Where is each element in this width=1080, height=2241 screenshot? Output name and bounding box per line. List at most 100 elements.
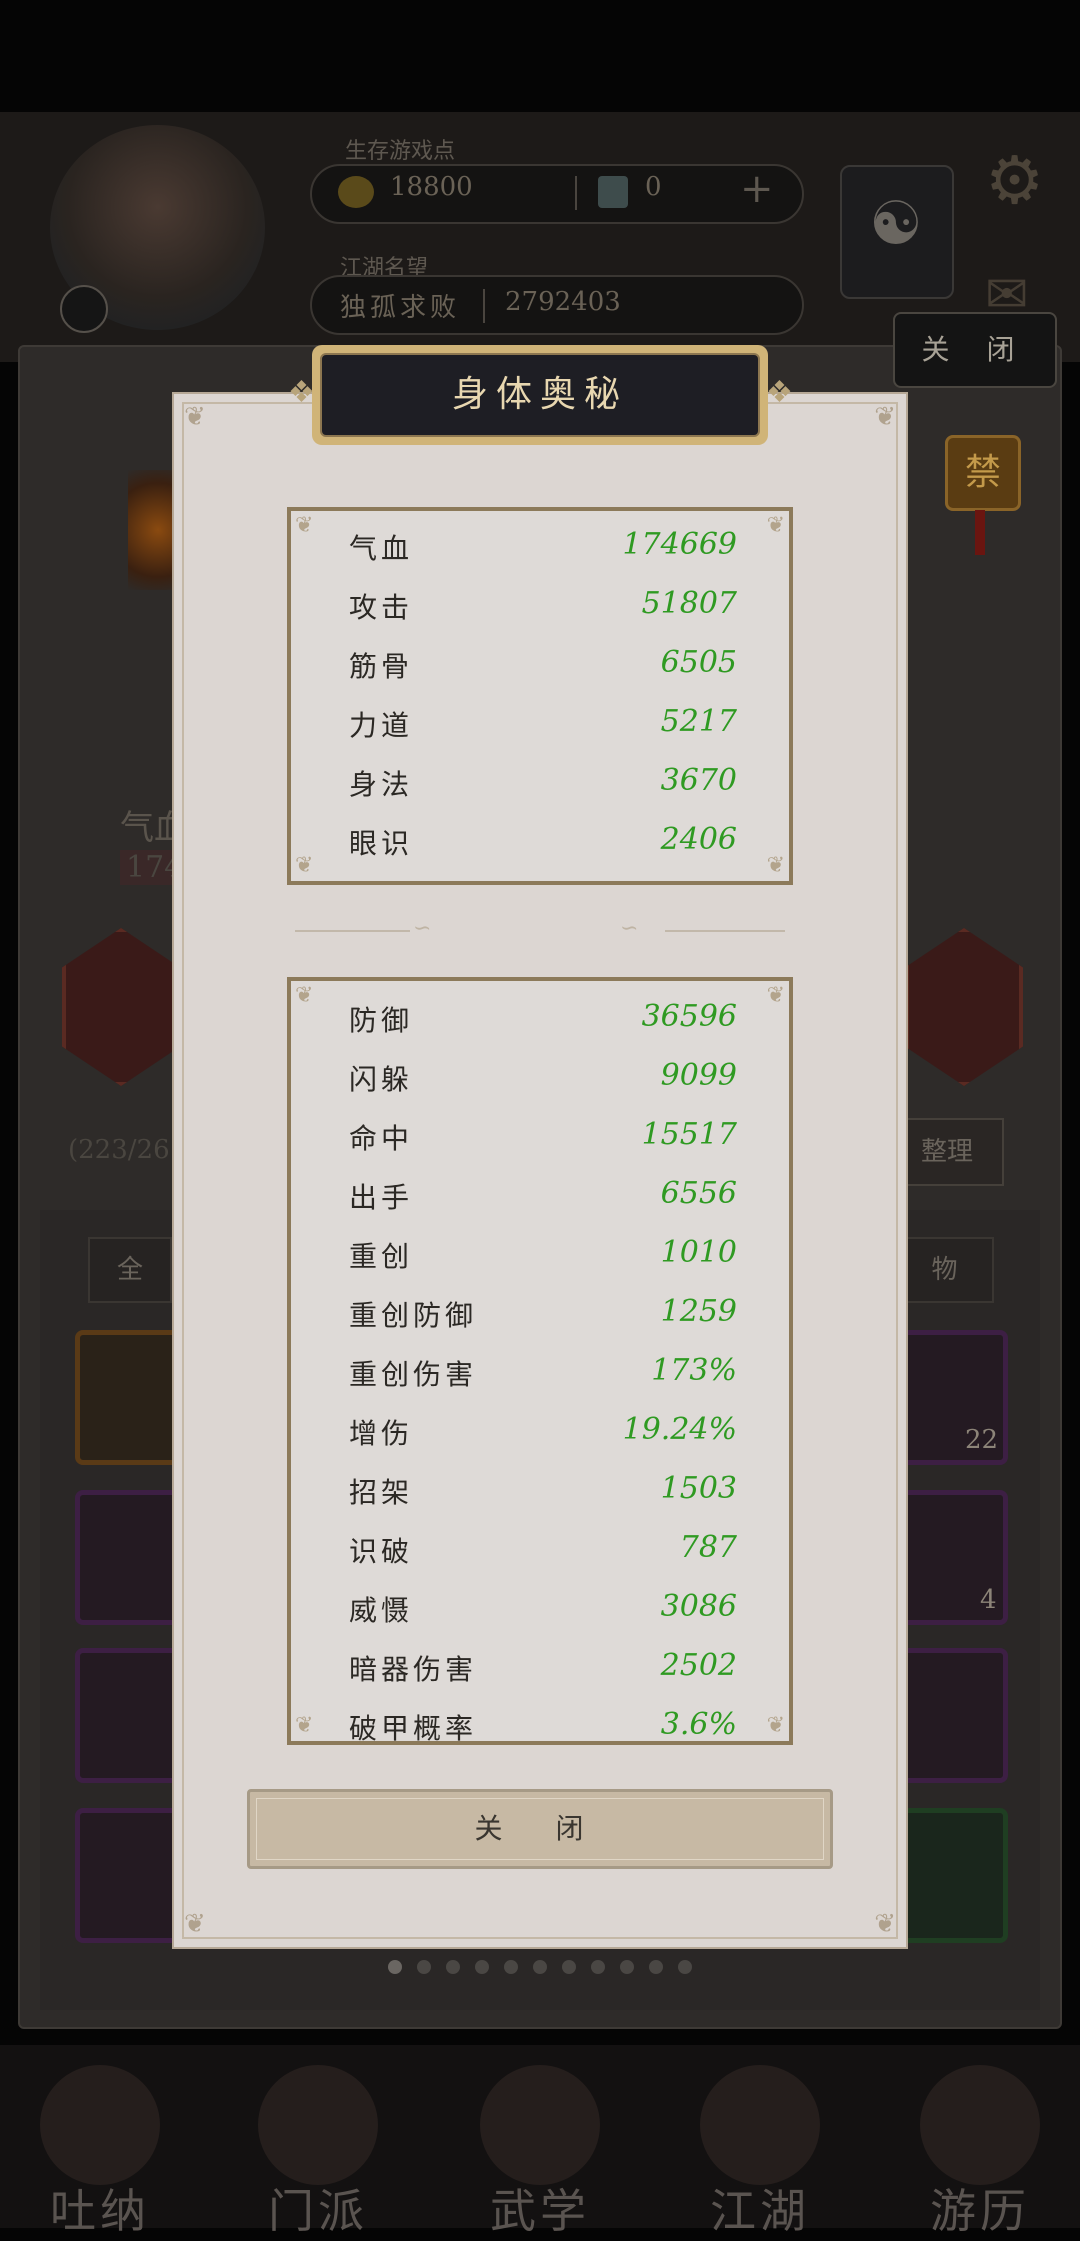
tab-items[interactable]: 物 [895, 1237, 994, 1303]
page-dot[interactable] [504, 1960, 518, 1974]
page-dot[interactable] [649, 1960, 663, 1974]
tassel-decoration [975, 510, 985, 555]
stat-name: 暗器伤害 [349, 1653, 478, 1686]
page-dot[interactable] [562, 1960, 576, 1974]
stat-value: 174669 [622, 527, 737, 562]
panel-close-button[interactable]: 关 闭 [893, 312, 1057, 388]
stat-name: 威慑 [349, 1594, 414, 1627]
stat-name: 增伤 [349, 1417, 414, 1450]
corner-ornament: ❦ [874, 402, 896, 432]
stat-row: 身法 3670 [291, 763, 789, 821]
button-border [256, 1798, 824, 1860]
nav-item-sect[interactable]: 门派 [228, 2045, 408, 2238]
stat-value: 173% [651, 1353, 737, 1388]
page-dot[interactable] [475, 1960, 489, 1974]
stat-value: 2502 [660, 1648, 737, 1683]
item-slot[interactable] [898, 1808, 1008, 1943]
nav-item-breathing[interactable]: 吐纳 [10, 2045, 190, 2238]
stat-row: 重创防御 1259 [291, 1294, 789, 1352]
stat-row: 出手 6556 [291, 1176, 789, 1234]
sect-icon [258, 2065, 378, 2185]
reputation-value: 2792403 [505, 287, 621, 317]
stat-row: 识破 787 [291, 1530, 789, 1588]
stat-row: 重创伤害 173% [291, 1353, 789, 1411]
ticket-icon [598, 176, 628, 208]
corner-ornament: ❦ [874, 1909, 896, 1939]
stat-name: 气血 [349, 532, 414, 565]
travel-icon [920, 2065, 1040, 2185]
title-ornament [766, 375, 793, 415]
stat-name: 身法 [349, 768, 414, 801]
page-dot[interactable] [533, 1960, 547, 1974]
close-button[interactable]: 关 闭 [247, 1789, 833, 1869]
divider [483, 289, 485, 323]
jianghu-icon [700, 2065, 820, 2185]
nav-label: 门派 [268, 2184, 368, 2238]
stat-row: 筋骨 6505 [291, 645, 789, 703]
stat-row: 破甲概率 3.6% [291, 1707, 789, 1742]
stat-name: 力道 [349, 709, 414, 742]
page-dot[interactable] [446, 1960, 460, 1974]
stat-value: 1259 [660, 1294, 737, 1329]
stat-value: 51807 [641, 586, 737, 621]
stat-row: 命中 15517 [291, 1117, 789, 1175]
base-stats-box: ❦ ❦ ❦ ❦ 气血 174669 攻击 51807 筋骨 6505 力道 5217 身法 367… [287, 507, 793, 885]
stat-value: 6505 [660, 645, 737, 680]
page-dot[interactable] [417, 1960, 431, 1974]
stat-row: 闪躲 9099 [291, 1058, 789, 1116]
section-divider: ∽ ∽ [295, 916, 785, 941]
bag-count: (223/26 [68, 1135, 170, 1165]
stat-value: 787 [679, 1530, 737, 1565]
item-slot[interactable] [75, 1808, 185, 1943]
nav-item-martial-arts[interactable]: 武学 [450, 2045, 630, 2238]
reputation-title: 独孤求败 [340, 293, 461, 323]
stat-row: 重创 1010 [291, 1235, 789, 1293]
stat-name: 筋骨 [349, 650, 414, 683]
page-dot[interactable] [678, 1960, 692, 1974]
stat-value: 9099 [660, 1058, 737, 1093]
nav-item-jianghu[interactable]: 江湖 [670, 2045, 850, 2238]
page-indicator [388, 1960, 698, 1976]
stat-row: 招架 1503 [291, 1471, 789, 1529]
stat-row: 力道 5217 [291, 704, 789, 762]
page-dot[interactable] [591, 1960, 605, 1974]
page-dot[interactable] [388, 1960, 402, 1974]
currency-bar [310, 164, 804, 224]
page-dot[interactable] [620, 1960, 634, 1974]
ban-badge-icon[interactable]: 禁 [935, 415, 1025, 555]
stat-name: 重创 [349, 1240, 414, 1273]
item-slot[interactable] [898, 1648, 1008, 1783]
gear-icon[interactable]: ⚙ [985, 148, 1044, 214]
stat-value: 19.24% [622, 1412, 737, 1447]
nav-item-travel[interactable]: 游历 [890, 2045, 1070, 2238]
currency-label: 生存游戏点 [345, 139, 456, 164]
item-slot[interactable] [75, 1648, 185, 1783]
divider [575, 176, 577, 210]
nav-label: 吐纳 [50, 2184, 150, 2238]
item-slot[interactable] [75, 1490, 185, 1625]
stat-name: 识破 [349, 1535, 414, 1568]
slot-count: 4 [980, 1585, 997, 1615]
yinyang-icon[interactable] [840, 165, 954, 299]
stat-value: 3.6% [660, 1707, 737, 1742]
stat-value: 2406 [660, 822, 737, 857]
add-currency-button[interactable]: + [740, 166, 774, 212]
corner-ornament: ❦ [184, 402, 206, 432]
nav-label: 游历 [930, 2184, 1030, 2238]
dialog-title: 身体奥秘 [451, 374, 628, 415]
ticket-amount: 0 [645, 172, 662, 202]
breathing-icon [40, 2065, 160, 2185]
stat-row: 攻击 51807 [291, 586, 789, 644]
gold-amount: 18800 [390, 172, 473, 202]
nav-label: 武学 [490, 2184, 590, 2238]
stat-name: 命中 [349, 1122, 414, 1155]
stat-value: 5217 [660, 704, 737, 739]
stat-value: 15517 [641, 1117, 737, 1152]
item-slot[interactable] [75, 1330, 185, 1465]
tab-all[interactable]: 全 [88, 1237, 172, 1303]
stat-name: 闪躲 [349, 1063, 414, 1096]
martial-arts-icon [480, 2065, 600, 2185]
stat-value: 1503 [660, 1471, 737, 1506]
combat-stats-box[interactable]: ❦ ❦ ❦ ❦ 防御 36596 闪躲 9099 命中 15517 出手 6556 重创 1010… [287, 977, 793, 1745]
stat-name: 招架 [349, 1476, 414, 1509]
